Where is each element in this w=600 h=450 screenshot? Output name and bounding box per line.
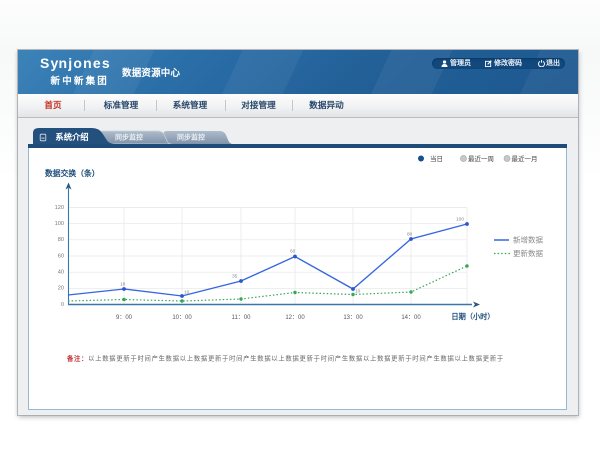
svg-text:10: 10 xyxy=(184,290,190,296)
svg-text:新增数据: 新增数据 xyxy=(513,235,543,245)
svg-text:同步监控: 同步监控 xyxy=(115,133,143,142)
svg-text:备注：以上数据更新于时间产生数据以上数据更新于时间产生数据以: 备注：以上数据更新于时间产生数据以上数据更新于时间产生数据以上数据更新于时间产生… xyxy=(66,354,504,363)
svg-text:100: 100 xyxy=(456,217,464,223)
svg-text:80: 80 xyxy=(58,237,64,243)
svg-text:最近一周: 最近一周 xyxy=(468,154,494,163)
svg-text:60: 60 xyxy=(58,253,64,259)
svg-text:14：00: 14：00 xyxy=(401,315,421,321)
svg-text:系统介绍: 系统介绍 xyxy=(55,132,88,142)
svg-text:10：00: 10：00 xyxy=(172,315,192,321)
svg-text:35: 35 xyxy=(232,274,238,280)
svg-text:80: 80 xyxy=(407,232,413,238)
svg-text:20: 20 xyxy=(58,286,64,292)
svg-text:11：00: 11：00 xyxy=(232,315,252,321)
svg-text:13：00: 13：00 xyxy=(343,315,363,321)
svg-text:40: 40 xyxy=(58,270,64,276)
svg-text:更新数据: 更新数据 xyxy=(513,248,543,258)
svg-text:0: 0 xyxy=(61,302,64,308)
svg-text:同步监控: 同步监控 xyxy=(177,133,205,142)
svg-text:最近一月: 最近一月 xyxy=(512,154,538,163)
svg-text:10: 10 xyxy=(355,289,361,295)
svg-text:当日: 当日 xyxy=(430,154,443,163)
svg-text:日期（小时）: 日期（小时） xyxy=(451,312,494,321)
svg-text:数据交换（条）: 数据交换（条） xyxy=(45,168,100,178)
svg-text:100: 100 xyxy=(55,221,64,227)
svg-text:12：00: 12：00 xyxy=(285,315,305,321)
svg-text:120: 120 xyxy=(55,205,64,211)
svg-text:9：00: 9：00 xyxy=(116,315,133,321)
svg-text:18: 18 xyxy=(120,282,126,288)
svg-text:60: 60 xyxy=(290,249,296,255)
